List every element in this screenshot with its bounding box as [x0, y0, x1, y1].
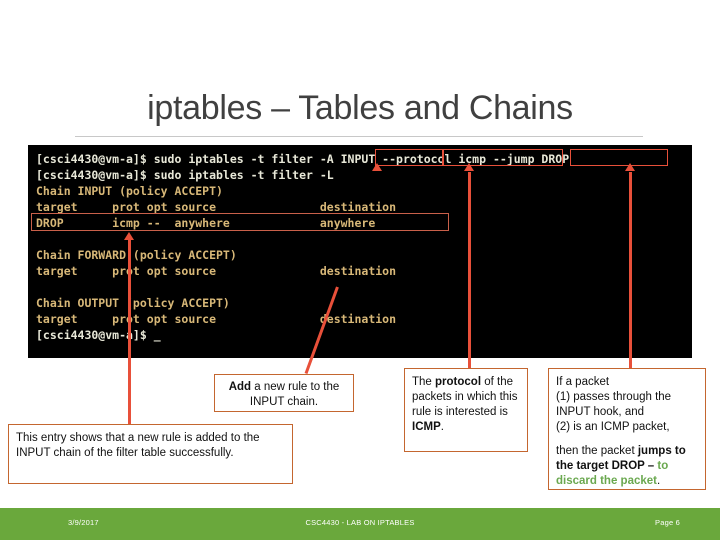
terminal-line: target prot opt source destination [36, 264, 397, 278]
callout-if-packet-line1: If a packet [556, 376, 610, 388]
callout-if-packet-line4: then the packet jumps to the target DROP… [556, 444, 698, 489]
callout-protocol-icmp: ICMP [412, 421, 441, 433]
terminal-line: [csci4430@vm-a]$ sudo iptables -t filter… [36, 152, 570, 166]
callout-spacer [556, 435, 698, 444]
arrow-jump-drop-line [629, 172, 632, 368]
callout-if-packet: If a packet (1) passes through the INPUT… [548, 368, 706, 490]
highlight-box-jump-drop [570, 149, 668, 166]
terminal-line: Chain FORWARD (policy ACCEPT) [36, 248, 237, 262]
callout-add-rule: Add a new rule to the INPUT chain. [214, 374, 354, 412]
callout-if-packet-end: . [656, 475, 661, 487]
arrow-protocol-line [468, 172, 471, 368]
callout-protocol: The protocol of the packets in which thi… [404, 368, 528, 452]
arrow-entry-line [128, 240, 131, 424]
terminal-line: [csci4430@vm-a]$ _ [36, 328, 161, 342]
arrow-protocol-head [464, 163, 474, 171]
callout-entry-success-text: This entry shows that a new rule is adde… [16, 432, 260, 459]
terminal-line: target prot opt source destination [36, 200, 397, 214]
callout-if-packet-line3: (2) is an ICMP packet, [556, 421, 670, 433]
slide-footer: 3/9/2017 CSC4430 - LAB ON IPTABLES Page … [0, 508, 720, 540]
arrow-add-rule-head [372, 163, 382, 171]
footer-course-title: CSC4430 - LAB ON IPTABLES [305, 518, 415, 527]
terminal-line: [csci4430@vm-a]$ sudo iptables -t filter… [36, 168, 334, 182]
arrow-jump-drop-head [625, 163, 635, 171]
callout-protocol-bold: protocol [435, 376, 482, 388]
title-divider [75, 136, 643, 137]
page-title: iptables – Tables and Chains [147, 89, 573, 127]
footer-page-number: Page 6 [655, 518, 680, 527]
callout-if-packet-plain: then the packet [556, 445, 638, 457]
terminal-line: target prot opt source destination [36, 312, 397, 326]
arrow-entry-head [124, 232, 134, 240]
terminal-line-drop: DROP icmp -- anywhere anywhere [36, 216, 376, 230]
callout-add-rule-bold: Add [228, 381, 252, 393]
callout-protocol-part3: . [440, 421, 444, 433]
callout-if-packet-dash: – [644, 460, 658, 472]
terminal-line: Chain OUTPUT (policy ACCEPT) [36, 296, 230, 310]
callout-protocol-part1: The [412, 376, 436, 388]
callout-add-rule-text: a new rule to the INPUT chain. [249, 381, 340, 408]
callout-entry-success: This entry shows that a new rule is adde… [8, 424, 293, 484]
terminal-line: Chain INPUT (policy ACCEPT) [36, 184, 223, 198]
callout-if-packet-line2: (1) passes through the INPUT hook, and [556, 391, 672, 418]
